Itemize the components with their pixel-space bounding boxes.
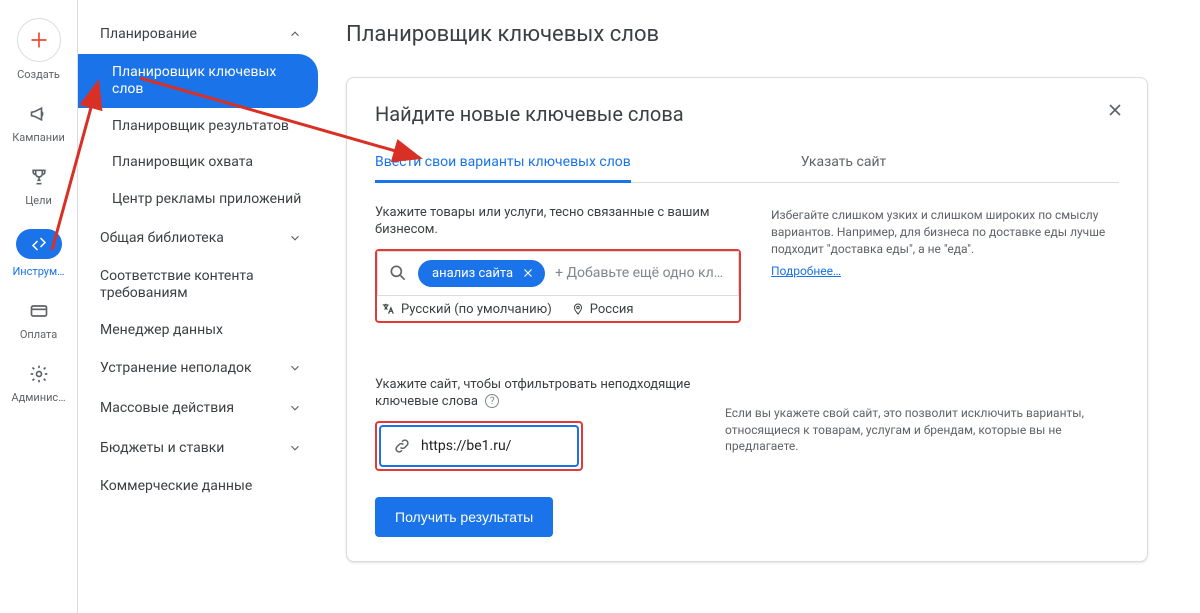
- chevron-up-icon: [288, 27, 302, 41]
- sidenav: Планирование Планировщик ключевых слов П…: [78, 0, 318, 613]
- nav-section-planning-label: Планирование: [100, 26, 197, 42]
- keyword-chip-label: анализ сайта: [432, 266, 513, 281]
- chevron-down-icon: [288, 441, 302, 455]
- location-pin-icon: [572, 303, 584, 315]
- close-icon[interactable]: [1105, 100, 1125, 124]
- nav-section-bulk[interactable]: Массовые действия: [100, 388, 318, 428]
- nav-item-reach-planner[interactable]: Планировщик охвата: [100, 144, 318, 181]
- help-icon[interactable]: ?: [485, 394, 499, 408]
- rail-billing-label: Оплата: [20, 328, 57, 341]
- site-url-value: https://be1.ru/: [421, 438, 511, 454]
- chevron-down-icon: [288, 231, 302, 245]
- language-label: Русский (по умолчанию): [401, 302, 552, 317]
- rail-goals-button[interactable]: Цели: [0, 166, 77, 207]
- rail-create-button[interactable]: Создать: [0, 18, 77, 81]
- nav-item-keyword-planner[interactable]: Планировщик ключевых слов: [78, 54, 318, 108]
- nav-section-trouble[interactable]: Устранение неполадок: [100, 348, 318, 388]
- site-url-input[interactable]: https://be1.ru/: [379, 425, 579, 467]
- rail-goals-label: Цели: [25, 194, 52, 207]
- keyword-add-placeholder[interactable]: + Добавьте ещё одно ключ...: [555, 265, 728, 281]
- url-input-highlight: https://be1.ru/: [375, 421, 583, 471]
- search-icon: [388, 263, 408, 283]
- chevron-down-icon: [288, 401, 302, 415]
- field-label-site: Укажите сайт, чтобы отфильтровать неподх…: [375, 377, 695, 411]
- keyword-card: Найдите новые ключевые слова Ввести свои…: [346, 77, 1148, 562]
- nav-section-budgets[interactable]: Бюджеты и ставки: [100, 428, 318, 468]
- rail-tools-pill: [16, 229, 62, 259]
- tabs: Ввести свои варианты ключевых слов Указа…: [375, 144, 1119, 183]
- rail-admin-button[interactable]: Админис…: [0, 363, 77, 404]
- link-icon: [393, 437, 411, 455]
- location-label: Россия: [590, 302, 634, 317]
- nav-item-commercial[interactable]: Коммерческие данные: [100, 468, 318, 505]
- tip-text-2: Если вы укажете свой сайт, это позволит …: [725, 405, 1119, 455]
- tab-enter-site[interactable]: Указать сайт: [801, 144, 886, 182]
- language-selector[interactable]: Русский (по умолчанию): [381, 302, 552, 317]
- gear-icon: [28, 363, 50, 385]
- page-title: Планировщик ключевых слов: [346, 22, 1172, 47]
- chevron-down-icon: [288, 361, 302, 375]
- keyword-input-highlight: анализ сайта + Добавьте ещё одно ключ...…: [375, 249, 741, 323]
- location-selector[interactable]: Россия: [572, 302, 634, 317]
- translate-icon: [381, 302, 395, 316]
- rail-campaigns-label: Кампании: [12, 131, 65, 144]
- left-rail: Создать Кампании Цели Инструм…: [0, 0, 78, 613]
- learn-more-link[interactable]: Подробнее…: [771, 263, 841, 280]
- rail-admin-label: Админис…: [11, 391, 65, 404]
- tab-enter-keywords[interactable]: Ввести свои варианты ключевых слов: [375, 144, 631, 183]
- card-title: Найдите новые ключевые слова: [375, 102, 1119, 126]
- field-label-products: Укажите товары или услуги, тесно связанн…: [375, 205, 741, 239]
- field-label-site-text: Укажите сайт, чтобы отфильтровать неподх…: [375, 377, 690, 409]
- nav-item-app-ads-hub[interactable]: Центр рекламы приложений: [100, 181, 318, 218]
- nav-item-compliance[interactable]: Соответствие контента требованиям: [100, 258, 318, 312]
- nav-item-performance-planner[interactable]: Планировщик результатов: [100, 108, 318, 145]
- tip-text-1: Избегайте слишком узких и слишком широки…: [771, 207, 1119, 257]
- tools-icon: [28, 233, 50, 255]
- rail-campaigns-button[interactable]: Кампании: [0, 103, 77, 144]
- nav-section-trouble-label: Устранение неполадок: [100, 360, 252, 376]
- rail-tools-button[interactable]: Инструм…: [0, 229, 77, 278]
- nav-section-shared-label: Общая библиотека: [100, 230, 224, 246]
- rail-billing-button[interactable]: Оплата: [0, 300, 77, 341]
- nav-section-shared[interactable]: Общая библиотека: [100, 218, 318, 258]
- card-icon: [28, 300, 50, 322]
- main-content: Планировщик ключевых слов Найдите новые …: [318, 0, 1200, 613]
- keyword-chip[interactable]: анализ сайта: [418, 260, 545, 287]
- chip-close-icon[interactable]: [521, 266, 535, 280]
- nav-section-budgets-label: Бюджеты и ставки: [100, 440, 224, 456]
- nav-section-bulk-label: Массовые действия: [100, 400, 234, 416]
- trophy-icon: [28, 166, 50, 188]
- megaphone-icon: [28, 103, 50, 125]
- submit-button[interactable]: Получить результаты: [375, 497, 553, 537]
- nav-section-planning[interactable]: Планирование: [100, 14, 318, 54]
- rail-tools-label: Инструм…: [12, 265, 64, 278]
- nav-item-data-manager[interactable]: Менеджер данных: [100, 312, 318, 349]
- keyword-chip-input[interactable]: анализ сайта + Добавьте ещё одно ключ...: [377, 251, 739, 296]
- rail-create-label: Создать: [17, 68, 60, 81]
- plus-icon: [17, 18, 61, 62]
